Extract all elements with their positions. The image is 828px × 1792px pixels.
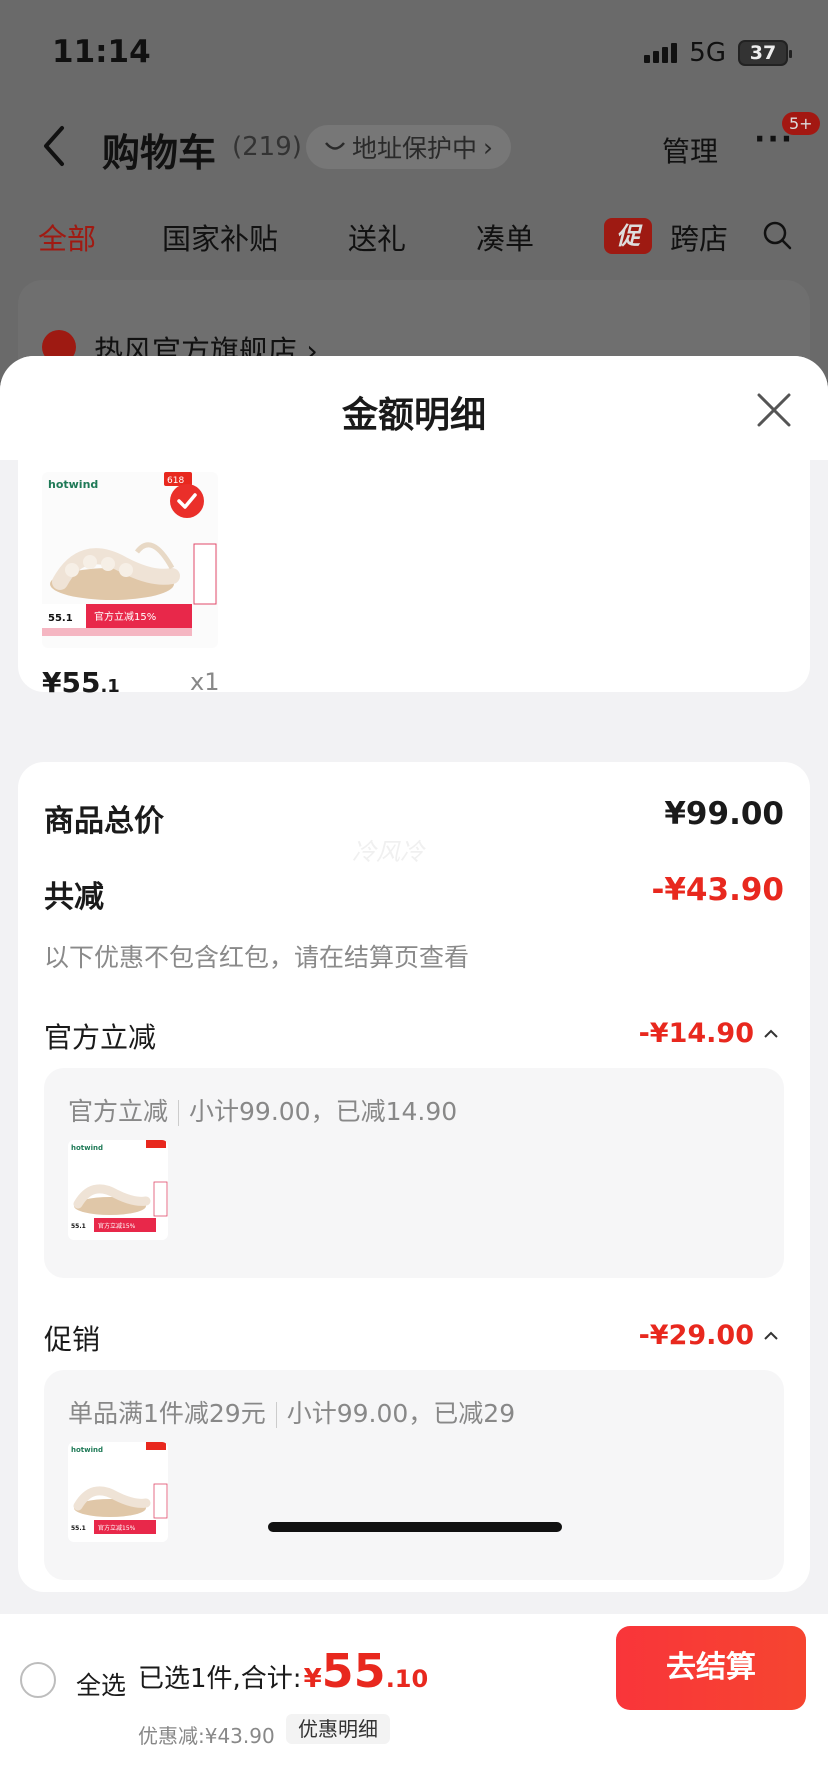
amount-detail-sheet: 金额明细 hotwind 618 55.1 官方立减15% ¥55.1 x1 冷… (0, 356, 828, 1792)
sheet-title: 金额明细 (341, 395, 486, 436)
cart-count: (219) (232, 132, 302, 162)
svg-text:55.1: 55.1 (71, 1223, 86, 1230)
discount-note: 以下优惠不包含红包，请在结算页查看 (44, 943, 470, 972)
cart-tabs: 全部 国家补贴 送礼 凑单 促 跨店 (0, 216, 828, 260)
watermark: 冷风冷 (352, 838, 424, 866)
total-reduce-value: -¥43.90 (651, 872, 785, 908)
chevron-up-icon (764, 1029, 778, 1038)
status-time: 11:14 (52, 34, 151, 70)
smile-icon (325, 142, 345, 150)
chevron-up-icon (764, 1331, 778, 1340)
product-thumbnail[interactable]: hotwind 55.1 官方立减15% (68, 1140, 168, 1240)
select-all-label[interactable]: 全选 (76, 1666, 126, 1702)
price-breakdown-card: 冷风冷 商品总价 ¥99.00 共减 -¥43.90 以下优惠不包含红包，请在结… (18, 762, 810, 1592)
total-amount: 55 (321, 1644, 386, 1698)
checkout-button[interactable]: 去结算 (616, 1626, 806, 1710)
chevron-right-icon: › (483, 132, 494, 162)
checkout-bar: 全选 已选1件,合计: ¥ 55 .10 优惠减:¥43.90 优惠明细 去结算 (0, 1614, 828, 1792)
sheet-header: 金额明细 (0, 356, 828, 460)
total-decimal: .10 (385, 1665, 429, 1693)
promotion-label: 促销 (44, 1323, 101, 1356)
close-icon[interactable] (756, 392, 792, 428)
home-indicator (268, 1522, 562, 1532)
cart-navbar: 购物车 (219) 地址保护中 › 管理 ··· 5+ (0, 112, 828, 178)
network-label: 5G (689, 38, 726, 68)
tab-cross-store[interactable]: 跨店 (670, 216, 728, 258)
item-checkbox[interactable] (170, 484, 204, 518)
svg-text:hotwind: hotwind (71, 1144, 103, 1152)
tab-national-subsidy[interactable]: 国家补贴 (162, 216, 278, 258)
check-icon (177, 493, 197, 509)
svg-text:官方立减15%: 官方立减15% (98, 1222, 136, 1230)
tab-bundle[interactable]: 凑单 (476, 216, 534, 258)
banner-price: 55.1 (48, 613, 73, 624)
promotion-toggle[interactable]: -¥29.00 (639, 1320, 778, 1351)
discount-detail-button[interactable]: 优惠明细 (286, 1714, 390, 1744)
search-icon[interactable] (762, 220, 792, 250)
promo-tag: 促 (604, 218, 652, 254)
selected-label: 已选1件,合计: (138, 1664, 302, 1694)
product-thumbnail[interactable]: hotwind 55.1 官方立减15% (68, 1442, 168, 1542)
total-price-value: ¥99.00 (664, 796, 784, 832)
total-price-label: 商品总价 (44, 804, 164, 839)
brand-logo: hotwind (48, 478, 98, 491)
official-discount-box: 官方立减 小计99.00，已减14.90 hotwind 55.1 官方立减15% (44, 1068, 784, 1278)
item-quantity: x1 (190, 668, 220, 696)
svg-text:官方立减15%: 官方立减15% (98, 1524, 136, 1532)
official-discount-toggle[interactable]: -¥14.90 (639, 1018, 778, 1049)
tab-gift[interactable]: 送礼 (348, 216, 406, 258)
svg-text:hotwind: hotwind (71, 1446, 103, 1454)
signal-icon (644, 43, 678, 63)
banner-text: 官方立减15% (94, 610, 156, 623)
tab-all[interactable]: 全部 (38, 216, 96, 258)
promotion-box: 单品满1件减29元 小计99.00，已减29 hotwind 55.1 官方立减1… (44, 1370, 784, 1580)
address-protect-label: 地址保护中 (352, 134, 478, 163)
selected-items-card: hotwind 618 55.1 官方立减15% ¥55.1 x1 (18, 460, 810, 699)
promotion-desc: 单品满1件减29元 小计99.00，已减29 (68, 1399, 516, 1428)
address-protect-pill[interactable]: 地址保护中 › (306, 125, 512, 169)
status-icons: 5G 37 (644, 38, 792, 68)
total-summary: 已选1件,合计: ¥ 55 .10 (138, 1644, 428, 1698)
message-badge: 5+ (782, 112, 820, 135)
battery-icon: 37 (738, 40, 792, 66)
discount-amount: 优惠减:¥43.90 (138, 1724, 275, 1748)
official-discount-label: 官方立减 (44, 1021, 157, 1054)
chevron-left-icon[interactable] (40, 124, 68, 168)
official-discount-desc: 官方立减 小计99.00，已减14.90 (68, 1097, 458, 1126)
select-all-checkbox[interactable] (20, 1662, 56, 1698)
total-reduce-label: 共减 (44, 880, 104, 915)
currency-symbol: ¥ (303, 1664, 322, 1694)
item-price: ¥55.1 (42, 666, 120, 699)
svg-text:55.1: 55.1 (71, 1525, 86, 1532)
page-title: 购物车 (102, 131, 217, 175)
manage-button[interactable]: 管理 (662, 130, 718, 170)
